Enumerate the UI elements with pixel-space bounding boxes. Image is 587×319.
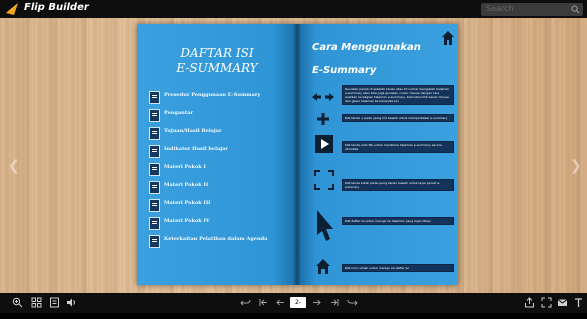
next-page-arrow[interactable]: ❯ — [570, 158, 582, 174]
previous-page-icon[interactable] — [275, 297, 286, 308]
bookmark-icon[interactable] — [49, 297, 60, 308]
toc-document-icon — [149, 181, 160, 194]
app-title: Flip Builder — [24, 2, 89, 13]
toc-title: DAFTAR ISI — [180, 46, 254, 60]
instruction-text: Klik tanda + pada ujung kiri bawah untuk… — [345, 116, 448, 120]
toc-document-icon — [149, 235, 160, 248]
toc-document-icon — [149, 199, 160, 212]
instruction-box: Klik tanda + pada ujung kiri bawah untuk… — [342, 114, 454, 122]
instruction-text: Gunakan panah di sebelah kanan atau kiri… — [345, 87, 450, 103]
toc-item[interactable]: Materi Pokok II — [149, 178, 295, 196]
cursor-icon — [317, 210, 333, 241]
flipbook[interactable]: DAFTAR ISI E-SUMMARY Prosedur Penggunaan… — [137, 24, 458, 285]
instruction-text: Klik tanda kotak pada ujung kanan bawah … — [345, 181, 441, 189]
toc-document-icon — [149, 109, 160, 122]
toc-item-label[interactable]: Pengantar — [164, 110, 193, 116]
arrows-icon — [312, 93, 334, 101]
share-icon[interactable] — [524, 297, 535, 308]
next-page-icon[interactable] — [311, 297, 322, 308]
right-page[interactable] — [297, 24, 458, 285]
howto-subtitle: E-Summary — [312, 65, 377, 76]
toc-item[interactable]: Prosedur Penggunaan E-Summary — [149, 88, 295, 106]
undo-icon[interactable] — [240, 297, 251, 308]
search-input[interactable]: Search — [481, 3, 583, 16]
page-number-field[interactable]: 2-3/12 — [290, 297, 306, 317]
toc-item[interactable]: Pengantar — [149, 106, 295, 124]
toc-document-icon — [149, 163, 160, 176]
toc-item[interactable]: Materi Pokok III — [149, 196, 295, 214]
instruction-text: Klik daftar isi untuk menuju ke halaman … — [345, 219, 431, 223]
toc-document-icon — [149, 127, 160, 140]
home-icon — [316, 259, 330, 274]
toc-item[interactable]: Materi Pokok IV — [149, 214, 295, 232]
sound-icon[interactable] — [66, 297, 77, 308]
toc-document-icon — [149, 217, 160, 230]
toc-item-label[interactable]: Keterkaitan Pelatihan dalam Agenda — [164, 236, 267, 242]
toc-item[interactable]: Materi Pokok I — [149, 160, 295, 178]
top-bar: Flip Builder Search — [0, 0, 587, 18]
first-page-icon[interactable] — [258, 297, 269, 308]
instruction-box: Klik tanda auto flip untuk membuka halam… — [342, 141, 454, 153]
instruction-text: Klik icon rumah untuk menuju ke daftar i… — [345, 266, 409, 270]
toc-item-label[interactable]: Materi Pokok III — [164, 200, 211, 206]
search-icon[interactable] — [571, 5, 580, 14]
prev-page-arrow[interactable]: ❮ — [8, 158, 20, 174]
toc-item[interactable]: Keterkaitan Pelatihan dalam Agenda — [149, 232, 295, 250]
howto-title: Cara Menggunakan — [312, 42, 421, 53]
toc-item-label[interactable]: Prosedur Penggunaan E-Summary — [164, 92, 260, 98]
instruction-text: Klik tanda auto flip untuk membuka halam… — [345, 143, 442, 151]
toc-item-label[interactable]: Materi Pokok II — [164, 182, 208, 188]
bottom-toolbar: 2-3/12 — [0, 293, 587, 317]
last-page-icon[interactable] — [329, 297, 340, 308]
instruction-box: Klik tanda kotak pada ujung kanan bawah … — [342, 179, 454, 191]
toc-item-label[interactable]: Materi Pokok IV — [164, 218, 210, 224]
toc-item-label[interactable]: Tujuan/Hasil Belajar — [164, 128, 222, 134]
instruction-box: Klik daftar isi untuk menuju ke halaman … — [342, 217, 454, 225]
toc-document-icon — [149, 91, 160, 104]
toc-list: Prosedur Penggunaan E-Summary Pengantar … — [149, 88, 295, 250]
logo-icon — [6, 3, 18, 15]
play-icon — [315, 135, 333, 153]
toc-document-icon — [149, 145, 160, 158]
instruction-box: Gunakan panah di sebelah kanan atau kiri… — [342, 85, 454, 105]
thumbnails-icon[interactable] — [31, 297, 42, 308]
toc-item-label[interactable]: Materi Pokok I — [164, 164, 206, 170]
plus-icon — [317, 113, 329, 125]
instruction-box: Klik icon rumah untuk menuju ke daftar i… — [342, 264, 454, 272]
email-icon[interactable] — [557, 297, 568, 308]
toc-item[interactable]: Indikator Hasil belajar — [149, 142, 295, 160]
fullscreen-icon[interactable] — [541, 297, 552, 308]
search-placeholder: Search — [486, 4, 514, 13]
zoom-in-icon[interactable] — [12, 297, 23, 308]
toc-item-label[interactable]: Indikator Hasil belajar — [164, 146, 228, 152]
toc-item[interactable]: Tujuan/Hasil Belajar — [149, 124, 295, 142]
text-icon[interactable] — [573, 297, 584, 308]
home-icon[interactable] — [441, 30, 455, 46]
toc-subtitle: E-SUMMARY — [176, 61, 258, 75]
fullscreen-icon — [314, 170, 334, 190]
redo-icon[interactable] — [347, 297, 358, 308]
